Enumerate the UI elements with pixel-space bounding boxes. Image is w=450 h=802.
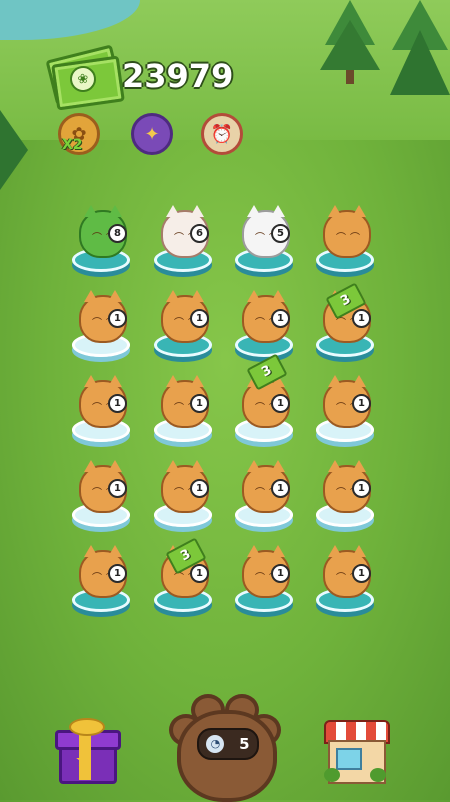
left-tree-decoration — [0, 110, 28, 190]
compass-icon: ◔ — [206, 735, 225, 753]
cat-slot[interactable]: ⌒⌒ 1 — [234, 285, 296, 361]
currency-amount: 23979 — [122, 57, 234, 95]
cat-level-badge: 5 — [271, 224, 290, 243]
cat-slot[interactable]: ⌒⌒ 1 — [71, 540, 133, 616]
cat-level-badge: 1 — [190, 564, 209, 583]
gift-box-button[interactable]: ★ — [55, 718, 121, 784]
cat-slot[interactable]: ⌒⌒ 1 — [153, 285, 215, 361]
wand-icon: ✦ — [144, 123, 160, 145]
cat-slot[interactable]: ⌒⌒ 6 — [153, 200, 215, 276]
coin-boost-label: X2 — [62, 137, 83, 153]
cat-level-badge: 1 — [352, 394, 371, 413]
cash-stack-icon: ❀ — [45, 42, 125, 111]
cat-level-badge: 1 — [108, 309, 127, 328]
paw-counter: ◔ 5 — [197, 728, 259, 760]
shop-button[interactable] — [324, 720, 390, 786]
cat-level-badge: 1 — [352, 309, 371, 328]
cat-level-badge: 1 — [190, 309, 209, 328]
cat-level-badge: 1 — [108, 394, 127, 413]
cat-slot[interactable]: ⌒⌒ 1 — [153, 455, 215, 531]
cat-slot[interactable]: ⌒⌒ 1 — [234, 540, 296, 616]
cat-slot[interactable]: ⌒⌒ 1 — [315, 370, 377, 446]
cat-level-badge: 1 — [108, 564, 127, 583]
cat-level-badge: 1 — [271, 479, 290, 498]
cat-slot[interactable]: ⌒⌒ 1 3 — [234, 353, 296, 446]
cat-level-badge: 1 — [190, 479, 209, 498]
star-icon: ★ — [75, 750, 92, 771]
cat-level-badge: 6 — [190, 224, 209, 243]
clock-icon: ⏰ — [210, 123, 234, 145]
cat-slot[interactable]: ⌒⌒ 1 — [153, 370, 215, 446]
cat-face: ⌒⌒ — [336, 233, 364, 244]
cat-level-badge: 1 — [271, 309, 290, 328]
magic-wand-button[interactable]: ✦ — [131, 113, 173, 155]
cat-slot[interactable]: ⌒⌒ 1 3 — [315, 282, 377, 361]
cat-slot[interactable]: ⌒⌒ 1 3 — [153, 537, 215, 616]
cat-slot[interactable]: ⌒⌒ 8 — [71, 200, 133, 276]
cat-slot[interactable]: ⌒⌒ — [315, 200, 377, 276]
pine-trees-decoration — [320, 0, 450, 95]
cat-slot[interactable]: ⌒⌒ 1 — [71, 455, 133, 531]
cat-level-badge: 1 — [271, 394, 290, 413]
cat-slot[interactable]: ⌒⌒ 1 — [315, 455, 377, 531]
cat-level-badge: 1 — [352, 564, 371, 583]
cat-slot[interactable]: ⌒⌒ 1 — [315, 540, 377, 616]
paw-counter-value: 5 — [239, 735, 250, 753]
cat-level-badge: 1 — [108, 479, 127, 498]
cat-slot[interactable]: ⌒⌒ 1 — [234, 455, 296, 531]
cat-level-badge: 1 — [352, 479, 371, 498]
cat-level-badge: 1 — [190, 394, 209, 413]
cat-level-badge: 8 — [108, 224, 127, 243]
paw-buy-button[interactable]: ◔ 5 — [163, 690, 283, 802]
cat-slot[interactable]: ⌒⌒ 1 — [71, 285, 133, 361]
cat-slot[interactable]: ⌒⌒ 5 — [234, 200, 296, 276]
alarm-clock-button[interactable]: ⏰ — [201, 113, 243, 155]
cat-level-badge: 1 — [271, 564, 290, 583]
cat-slot[interactable]: ⌒⌒ 1 — [71, 370, 133, 446]
orange-cat[interactable]: ⌒⌒ — [323, 205, 371, 258]
